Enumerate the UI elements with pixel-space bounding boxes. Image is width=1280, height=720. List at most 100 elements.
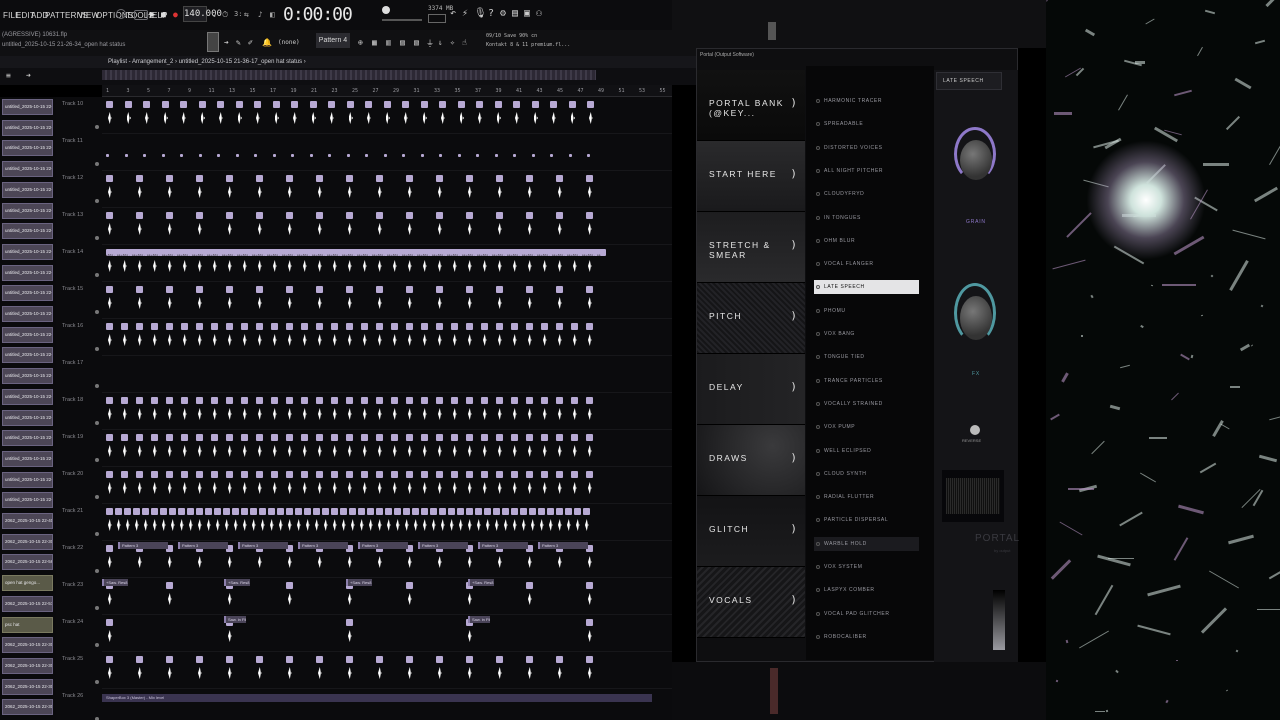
clip-header[interactable]	[466, 508, 473, 515]
clip-header[interactable]	[556, 212, 563, 219]
clip-item[interactable]: 2062_2025-10-15 22-30-...	[2, 699, 53, 716]
clip-header[interactable]	[331, 323, 338, 330]
clip-header[interactable]	[457, 508, 464, 515]
note-marker[interactable]	[217, 154, 220, 157]
clip-header[interactable]	[106, 101, 113, 108]
clip-header[interactable]	[565, 508, 572, 515]
stop-icon[interactable]: ■	[161, 10, 166, 19]
note-marker[interactable]	[402, 154, 405, 157]
clip-header[interactable]	[376, 656, 383, 663]
add-pattern-icon[interactable]: ⊕	[358, 38, 363, 47]
clip-header[interactable]	[250, 508, 257, 515]
clip-header[interactable]	[256, 397, 263, 404]
clip-header[interactable]	[526, 397, 533, 404]
clip-header[interactable]	[586, 471, 593, 478]
help-icon[interactable]: ?	[488, 8, 494, 19]
bank-pitch[interactable]: PITCH)	[697, 283, 805, 354]
clip-header[interactable]	[349, 508, 356, 515]
piano-roll-icon[interactable]: ▨	[400, 38, 405, 47]
blend-notes-icon[interactable]: ♪	[258, 10, 263, 19]
clip-header[interactable]	[466, 656, 473, 663]
track-mute-button[interactable]	[95, 606, 99, 610]
clip-header[interactable]	[106, 397, 113, 404]
preset-item[interactable]: VOX SYSTEM	[814, 560, 919, 574]
clip-item[interactable]: untitled_2025-10-15 22-...	[2, 285, 53, 302]
note-marker[interactable]	[198, 154, 202, 157]
clip-item[interactable]: 2062_2025-10-15 22-30-...	[2, 533, 53, 550]
clip-header[interactable]	[226, 397, 233, 404]
clip-header[interactable]	[376, 175, 383, 182]
clip-item[interactable]: untitled_2025-10-15 22-...	[2, 368, 53, 385]
clip-header[interactable]	[430, 508, 437, 515]
clip-header[interactable]	[556, 471, 563, 478]
clip-item[interactable]: untitled_2025-10-15 22-...	[2, 119, 53, 136]
clip-header[interactable]	[526, 656, 533, 663]
grain-knob[interactable]	[960, 140, 992, 180]
clip-header[interactable]	[166, 471, 173, 478]
clip-header[interactable]	[286, 397, 293, 404]
preset-item[interactable]: TRANCE PARTICLES	[814, 374, 919, 388]
clip-header[interactable]	[556, 175, 563, 182]
note-marker[interactable]	[143, 154, 146, 157]
note-marker[interactable]	[568, 154, 572, 157]
clip-header[interactable]	[331, 397, 338, 404]
clip-header[interactable]	[451, 471, 458, 478]
clip-header[interactable]	[316, 434, 323, 441]
clip-header[interactable]	[466, 175, 473, 182]
clip-item[interactable]: untitled_2025-10-15 22-...	[2, 181, 53, 198]
clip-header[interactable]	[271, 397, 278, 404]
clip-header[interactable]	[211, 471, 218, 478]
clip-header[interactable]	[511, 508, 518, 515]
clip-header[interactable]	[196, 471, 203, 478]
clip-header[interactable]	[481, 471, 488, 478]
clip-header[interactable]	[106, 286, 113, 293]
clip-header[interactable]	[406, 212, 413, 219]
pattern-clip[interactable]: Pattern 3	[418, 542, 468, 549]
channel-slot-selected[interactable]	[770, 668, 778, 714]
clip-header[interactable]	[316, 323, 323, 330]
clip-header[interactable]	[115, 508, 122, 515]
channel-rack-icon[interactable]: ▥	[386, 38, 391, 47]
clip-header[interactable]	[187, 508, 194, 515]
bank-draws[interactable]: DRAWS)	[697, 425, 805, 496]
song-mode-icon[interactable]	[134, 10, 148, 20]
clip-header[interactable]	[121, 323, 128, 330]
clip-header[interactable]	[346, 397, 353, 404]
pattern-clip[interactable]: Pattern 3	[178, 542, 228, 549]
clip-header[interactable]	[466, 212, 473, 219]
clip-header[interactable]	[181, 471, 188, 478]
clip-header[interactable]	[151, 434, 158, 441]
clip-header[interactable]	[421, 323, 428, 330]
clip-header[interactable]	[124, 508, 131, 515]
note-marker[interactable]	[328, 154, 331, 157]
clip-header[interactable]	[226, 212, 233, 219]
clip-header[interactable]	[316, 397, 323, 404]
save-icon[interactable]: ▣	[524, 8, 530, 19]
mixer-icon[interactable]: ▦	[372, 38, 377, 47]
clip-header[interactable]	[568, 101, 576, 108]
wait-icon[interactable]: ⏱	[222, 10, 228, 20]
track-mute-button[interactable]	[95, 569, 99, 573]
clip-header[interactable]	[160, 508, 167, 515]
bank-portal[interactable]: PORTAL BANK (@KEY...)	[697, 70, 805, 141]
clip-header[interactable]	[526, 471, 533, 478]
clip-header[interactable]	[136, 434, 143, 441]
playlist-arrow-icon[interactable]: ➜	[26, 71, 31, 80]
clip-header[interactable]	[466, 434, 473, 441]
clip-header[interactable]	[526, 286, 533, 293]
clip-item[interactable]: untitled_2025-10-15 22-...	[2, 409, 53, 426]
note-marker[interactable]	[494, 154, 498, 157]
clip-header[interactable]	[496, 212, 503, 219]
clip-header[interactable]	[271, 323, 278, 330]
clip-header[interactable]	[571, 434, 578, 441]
clip-header[interactable]	[316, 175, 323, 182]
clip-header[interactable]	[196, 397, 203, 404]
clip-header[interactable]	[538, 508, 545, 515]
clip-header[interactable]	[196, 434, 203, 441]
clip-header[interactable]	[346, 286, 353, 293]
pattern-clip[interactable]: +Saw. Res8	[468, 579, 494, 586]
clip-header[interactable]	[556, 286, 563, 293]
preset-item[interactable]: WARBLE HOLD	[814, 536, 919, 551]
note-marker[interactable]	[291, 154, 294, 157]
download-icon[interactable]: ⇓	[438, 38, 443, 47]
